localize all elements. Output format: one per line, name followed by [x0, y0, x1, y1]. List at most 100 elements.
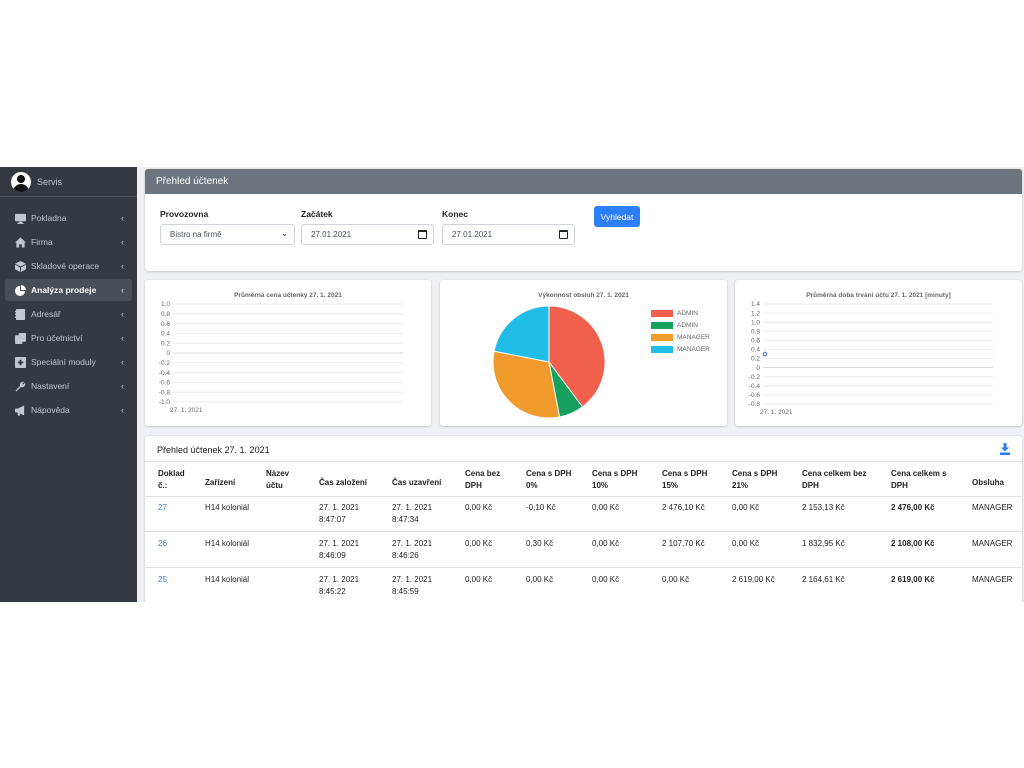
legend-swatch — [651, 346, 673, 353]
table-cell: MANAGER — [972, 503, 1013, 512]
column-header[interactable]: Doklad č.: — [158, 468, 185, 492]
cell-line: 27. 1. 2021 — [392, 575, 433, 584]
column-header-text: č.: — [158, 481, 168, 490]
sidebar-item-1[interactable]: Pokladna ‹ — [5, 207, 132, 229]
table-cell: 2 476,00 Kč — [891, 503, 935, 512]
column-header[interactable]: Název účtu — [266, 468, 289, 492]
column-header[interactable]: Cena s DPH 10% — [592, 468, 637, 492]
user-name: Servis — [37, 176, 63, 187]
download-icon[interactable] — [1000, 443, 1010, 455]
y-tick-label: 0.8 — [751, 328, 760, 335]
table-cell: 27. 1. 2021 8:46:26 — [392, 538, 432, 562]
receipt-link[interactable]: 27 — [158, 502, 167, 514]
user-panel[interactable]: Servis — [0, 167, 137, 197]
home-icon — [14, 236, 26, 248]
cell-line: 27. 1. 2021 — [319, 539, 360, 548]
column-header[interactable]: Cena celkem bez DPH — [802, 468, 866, 492]
cell-line: 27. 1. 2021 — [392, 503, 433, 512]
receipt-link[interactable]: 26 — [158, 538, 167, 550]
y-tick-label: -0.2 — [749, 374, 761, 381]
table-cell: 0,00 Kč — [662, 575, 690, 584]
monitor-icon — [14, 212, 26, 224]
table-cell: 2 476,10 Kč — [662, 503, 705, 512]
user-avatar-icon — [11, 171, 31, 192]
sidebar-item-9[interactable]: Nápověda ‹ — [5, 399, 132, 421]
column-header-text: Obsluha — [972, 478, 1005, 487]
table-cell: -0,10 Kč — [526, 503, 556, 512]
search-button[interactable]: Vyhledat — [594, 206, 640, 227]
legend-item[interactable]: ADMIN — [651, 322, 698, 329]
column-header[interactable]: Cena celkem s DPH — [891, 468, 947, 492]
column-header-text: DPH — [465, 481, 482, 490]
konec-date-input[interactable]: 27.01.2021 — [442, 224, 575, 245]
chevron-left-icon: ‹ — [121, 333, 124, 343]
legend-item[interactable]: MANAGER — [651, 346, 710, 353]
column-header-text: Doklad — [158, 469, 185, 478]
sidebar-item-label: Skladové operace — [31, 261, 100, 271]
provozovna-select[interactable]: Bistro na firmě ⌄ — [160, 224, 295, 245]
y-tick-label: -0.4 — [159, 370, 171, 377]
column-header-text: 21% — [732, 481, 749, 490]
column-header[interactable]: Cena s DPH 15% — [662, 468, 707, 492]
receipt-link[interactable]: 25 — [158, 574, 167, 586]
sidebar-item-label: Adresář — [31, 309, 61, 319]
sidebar-item-5[interactable]: Adresář ‹ — [5, 303, 132, 325]
sidebar-item-4[interactable]: Analýza prodeje ‹ — [5, 279, 132, 301]
table-cell: 0,00 Kč — [465, 539, 493, 548]
table-cell: 27. 1. 2021 8:47:07 — [319, 502, 359, 526]
cell-line: 27. 1. 2021 — [392, 539, 433, 548]
y-tick-label: 1.0 — [161, 301, 170, 308]
table-cell: 0,00 Kč — [592, 575, 620, 584]
table-cell: 2 619,00 Kč — [732, 575, 775, 584]
column-header-text: Cena s DPH — [662, 469, 708, 478]
chevron-down-icon: ⌄ — [281, 229, 288, 238]
x-tick-label: 27. 1. 2021 — [760, 409, 793, 416]
sidebar-item-2[interactable]: Firma ‹ — [5, 231, 132, 253]
y-tick-label: 0.2 — [751, 356, 760, 363]
legend-swatch — [651, 334, 673, 341]
table-cell: 0,00 Kč — [465, 575, 493, 584]
zacatek-date-input[interactable]: 27.01.2021 — [301, 224, 434, 245]
y-tick-label: -0.4 — [749, 383, 761, 390]
column-header[interactable]: Cena s DPH 21% — [732, 468, 777, 492]
address-book-icon — [14, 308, 26, 320]
y-tick-label: 1.0 — [751, 319, 760, 326]
sidebar-item-7[interactable]: Speciální moduly ‹ — [5, 351, 132, 373]
sidebar-item-6[interactable]: Pro účetnictví ‹ — [5, 327, 132, 349]
legend-label: MANAGER — [677, 334, 710, 341]
legend-label: ADMIN — [677, 322, 698, 329]
column-header-text: 10% — [592, 481, 609, 490]
y-tick-label: -0.6 — [159, 380, 171, 387]
table-title: Přehled účtenek 27. 1. 2021 — [157, 445, 270, 455]
cell-line: 8:46:26 — [392, 551, 419, 560]
calendar-icon[interactable] — [418, 230, 427, 239]
column-header-text: Čas uzavření — [392, 478, 442, 487]
column-header[interactable]: Čas založení — [319, 477, 367, 489]
sidebar-item-label: Analýza prodeje — [31, 285, 97, 295]
app-window: Servis Pokladna ‹ Firma ‹ Skladové operace ‹ A… — [0, 167, 1024, 602]
column-header[interactable]: Čas uzavření — [392, 477, 441, 489]
sidebar-item-label: Firma — [31, 237, 53, 247]
sidebar-item-8[interactable]: Nastavení ‹ — [5, 375, 132, 397]
column-header[interactable]: Zařízení — [205, 477, 235, 489]
calendar-icon[interactable] — [559, 230, 568, 239]
avg-receipt-chart-plot: 1.0 0.8 0.6 0.4 0.2 0 -0.2 -0.4 -0.6 -0.8 -1.027. … — [159, 301, 403, 414]
y-tick-label: -1.0 — [159, 399, 171, 406]
column-header[interactable]: Cena s DPH 0% — [526, 468, 571, 492]
y-tick-label: 0.8 — [161, 311, 170, 318]
legend-item[interactable]: MANAGER — [651, 334, 710, 341]
wrench-icon — [14, 380, 26, 392]
column-header[interactable]: Cena bez DPH — [465, 468, 500, 492]
sidebar-item-3[interactable]: Skladové operace ‹ — [5, 255, 132, 277]
y-tick-label: 1.2 — [751, 310, 760, 317]
column-header[interactable]: Obsluha — [972, 477, 1004, 489]
table-cell: 2 619,00 Kč — [891, 575, 935, 584]
y-tick-label: 0.6 — [161, 321, 170, 328]
cell-line: 27. 1. 2021 — [319, 503, 360, 512]
sidebar: Servis Pokladna ‹ Firma ‹ Skladové operace ‹ A… — [0, 167, 137, 602]
legend-item[interactable]: ADMIN — [651, 310, 698, 317]
column-header-text: účtu — [266, 481, 283, 490]
y-tick-label: -0.8 — [159, 389, 171, 396]
provozovna-label: Provozovna — [160, 209, 209, 219]
table-row-divider — [145, 567, 1022, 568]
